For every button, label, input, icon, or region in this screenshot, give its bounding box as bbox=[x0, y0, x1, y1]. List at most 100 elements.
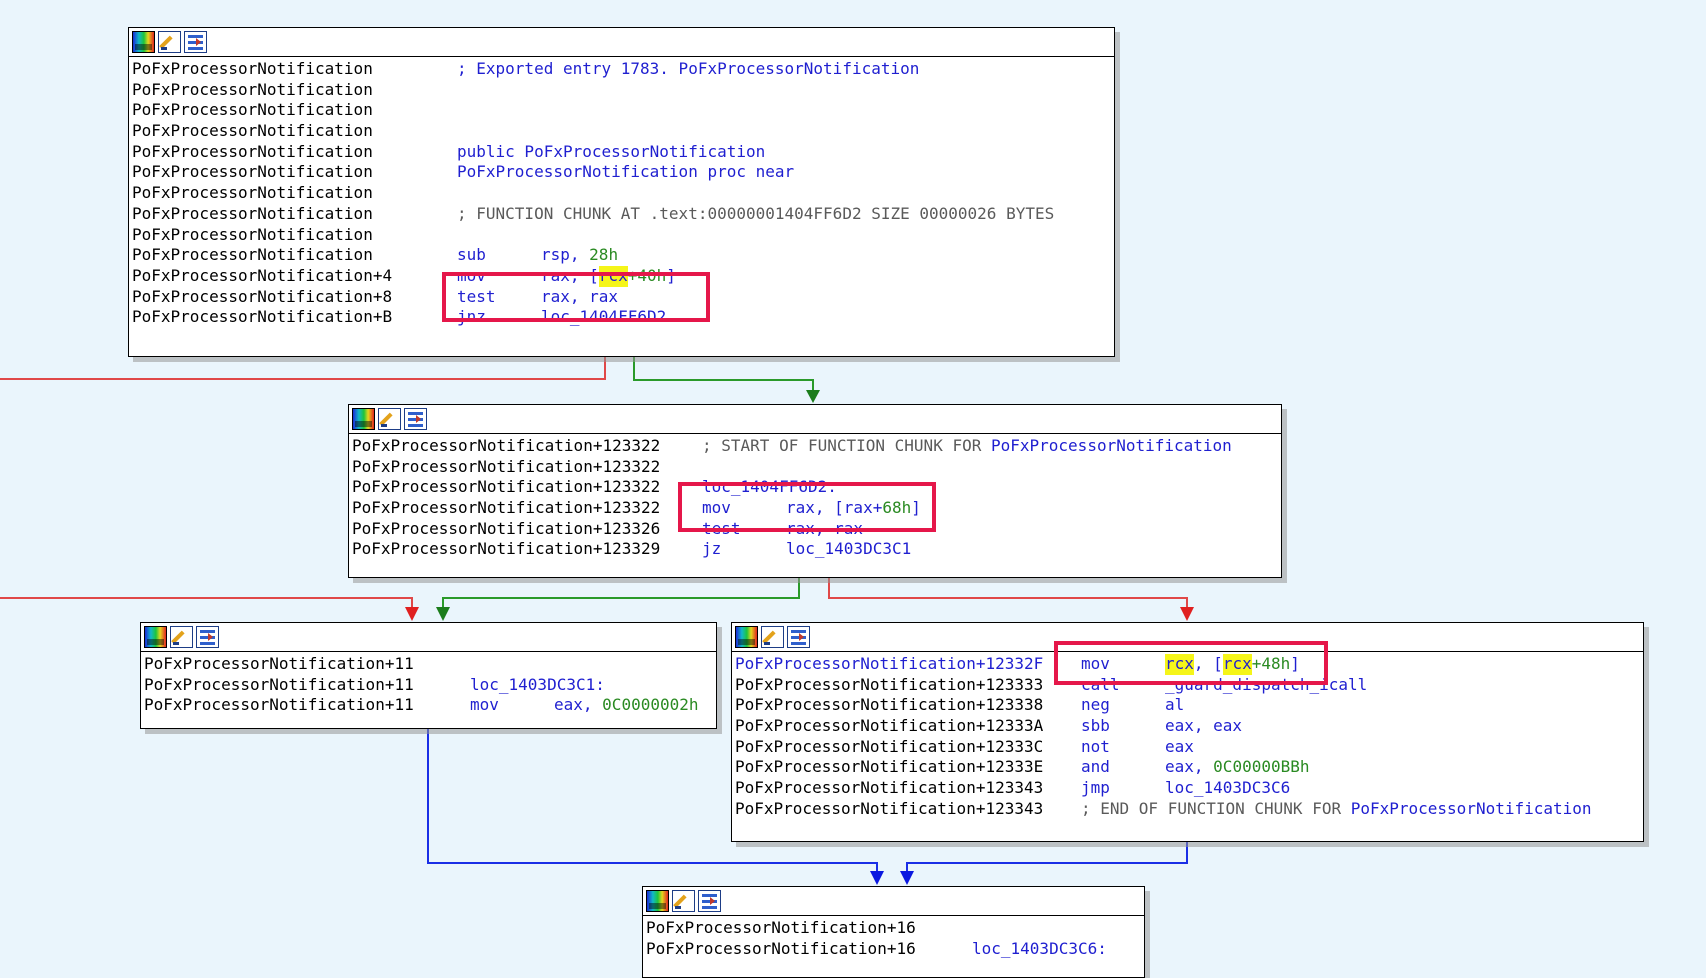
graph-node-entry[interactable]: PoFxProcessorNotification ; Exported entr… bbox=[128, 27, 1115, 357]
graph-overview-icon[interactable] bbox=[735, 626, 758, 648]
operand: eax, bbox=[1165, 757, 1214, 777]
code-line[interactable]: PoFxProcessorNotification sub rsp, 28h bbox=[132, 245, 1114, 266]
code-label[interactable]: loc_1403DC3C1: bbox=[470, 675, 605, 696]
graph-node-exit[interactable]: PoFxProcessorNotification+16 PoFxProcess… bbox=[642, 886, 1145, 978]
public-declaration: public PoFxProcessorNotification bbox=[457, 141, 766, 161]
code-line[interactable]: PoFxProcessorNotification bbox=[132, 100, 1114, 121]
xrefs-icon[interactable] bbox=[184, 31, 207, 53]
arrowhead bbox=[806, 390, 820, 403]
edit-icon[interactable] bbox=[672, 890, 695, 912]
line-address: PoFxProcessorNotification+123329 bbox=[352, 539, 661, 559]
code-line[interactable]: PoFxProcessorNotification bbox=[132, 80, 1114, 101]
edit-icon[interactable] bbox=[158, 31, 181, 53]
code-line[interactable]: PoFxProcessorNotification public PoFxProc… bbox=[132, 142, 1114, 163]
comment: ; END OF FUNCTION CHUNK FOR bbox=[1081, 798, 1351, 818]
annotation-box bbox=[678, 482, 936, 532]
jump-target[interactable]: loc_1403DC3C6 bbox=[1165, 778, 1290, 799]
line-address: PoFxProcessorNotification bbox=[132, 203, 373, 223]
xrefs-icon[interactable] bbox=[698, 890, 721, 912]
code-line[interactable]: PoFxProcessorNotification+12333C not eax bbox=[735, 737, 1643, 758]
edge-block4-block5 bbox=[906, 840, 1188, 878]
xrefs-icon[interactable] bbox=[787, 626, 810, 648]
node-titlebar bbox=[141, 623, 716, 652]
mnemonic: sbb bbox=[1081, 716, 1110, 736]
xrefs-icon[interactable] bbox=[196, 626, 219, 648]
code-line[interactable]: PoFxProcessorNotification ; Exported entr… bbox=[132, 59, 1114, 80]
line-address: PoFxProcessorNotification+123322 bbox=[352, 498, 661, 518]
line-address: PoFxProcessorNotification+16 bbox=[646, 938, 916, 958]
code-line[interactable]: PoFxProcessorNotification+11 mov eax, 0C00… bbox=[144, 695, 716, 716]
code-line[interactable]: PoFxProcessorNotification+123322 ; START … bbox=[352, 436, 1281, 457]
operand: eax, bbox=[554, 695, 603, 715]
graph-overview-icon[interactable] bbox=[352, 408, 375, 430]
line-address: PoFxProcessorNotification bbox=[132, 141, 373, 161]
line-address: PoFxProcessorNotification+16 bbox=[646, 918, 916, 937]
code-line[interactable]: PoFxProcessorNotification+11 bbox=[144, 654, 716, 675]
graph-overview-icon[interactable] bbox=[144, 626, 167, 648]
arrowhead bbox=[436, 607, 450, 621]
line-address: PoFxProcessorNotification+12333A bbox=[735, 716, 1044, 736]
code-line[interactable]: PoFxProcessorNotification+16 bbox=[646, 918, 1144, 939]
arrowhead bbox=[900, 871, 914, 885]
comment-function-name[interactable]: PoFxProcessorNotification bbox=[1351, 799, 1592, 820]
line-address: PoFxProcessorNotification bbox=[132, 121, 373, 141]
line-address: PoFxProcessorNotification bbox=[132, 162, 373, 182]
code-label[interactable]: loc_1403DC3C6: bbox=[972, 939, 1107, 960]
mnemonic: mov bbox=[470, 695, 499, 715]
node-titlebar bbox=[643, 887, 1144, 916]
mnemonic: not bbox=[1081, 736, 1110, 756]
operand-number: 28h bbox=[589, 245, 619, 265]
edit-icon[interactable] bbox=[761, 626, 784, 648]
graph-node-dispatch-call[interactable]: PoFxProcessorNotification+12332F mov rcx, … bbox=[731, 622, 1644, 842]
code-line[interactable]: PoFxProcessorNotification+12333A sbb eax, … bbox=[735, 716, 1643, 737]
code-line[interactable]: PoFxProcessorNotification bbox=[132, 183, 1114, 204]
edge-false-block2-block4 bbox=[828, 576, 1188, 614]
edit-icon[interactable] bbox=[378, 408, 401, 430]
comment-function-name[interactable]: PoFxProcessorNotification bbox=[991, 436, 1232, 457]
mnemonic: and bbox=[1081, 757, 1110, 777]
proc-declaration: PoFxProcessorNotification proc near bbox=[457, 162, 795, 182]
line-address: PoFxProcessorNotification+B bbox=[132, 307, 393, 327]
line-address: PoFxProcessorNotification+123326 bbox=[352, 518, 661, 538]
arrowhead bbox=[405, 607, 419, 621]
edge-true-block1-block2 bbox=[633, 355, 814, 397]
operand: rsp, bbox=[541, 245, 590, 265]
line-address: PoFxProcessorNotification bbox=[132, 100, 373, 120]
code-line[interactable]: PoFxProcessorNotification bbox=[132, 121, 1114, 142]
line-address: PoFxProcessorNotification+11 bbox=[144, 695, 414, 715]
code-line[interactable]: PoFxProcessorNotification+12333E and eax, … bbox=[735, 757, 1643, 778]
mnemonic: jmp bbox=[1081, 778, 1110, 798]
code-line[interactable]: PoFxProcessorNotification+16 loc_1403DC3C… bbox=[646, 939, 1144, 960]
graph-node-error-path[interactable]: PoFxProcessorNotification+11 PoFxProcess… bbox=[140, 622, 717, 729]
line-address: PoFxProcessorNotification bbox=[132, 183, 373, 203]
code-line[interactable]: PoFxProcessorNotification+123329 jz loc_14… bbox=[352, 539, 1281, 560]
line-address: PoFxProcessorNotification bbox=[132, 59, 373, 78]
arrowhead bbox=[1180, 607, 1194, 621]
code-line[interactable]: PoFxProcessorNotification+11 loc_1403DC3C… bbox=[144, 675, 716, 696]
operand: eax bbox=[1165, 736, 1194, 756]
code-line[interactable]: PoFxProcessorNotification+123338 neg al bbox=[735, 695, 1643, 716]
code-line[interactable]: PoFxProcessorNotification+123343 ; END OF… bbox=[735, 799, 1643, 820]
operand: eax, eax bbox=[1165, 716, 1243, 736]
code-line[interactable]: PoFxProcessorNotification bbox=[132, 225, 1114, 246]
operand-number: 0C00000BBh bbox=[1213, 757, 1310, 777]
node-titlebar bbox=[349, 405, 1281, 434]
line-address: PoFxProcessorNotification+4 bbox=[132, 265, 393, 285]
line-address: PoFxProcessorNotification+123343 bbox=[735, 798, 1044, 818]
code-line[interactable]: PoFxProcessorNotification+123343 jmp loc_1… bbox=[735, 778, 1643, 799]
code-line[interactable]: PoFxProcessorNotification PoFxProcessorNo… bbox=[132, 162, 1114, 183]
code-line[interactable]: PoFxProcessorNotification ; FUNCTION CHUN… bbox=[132, 204, 1114, 225]
annotation-box bbox=[1054, 641, 1328, 685]
xrefs-icon[interactable] bbox=[404, 408, 427, 430]
comment: ; START OF FUNCTION CHUNK FOR bbox=[702, 436, 991, 455]
jump-target[interactable]: loc_1403DC3C1 bbox=[786, 539, 911, 560]
graph-node-chunk-start[interactable]: PoFxProcessorNotification+123322 ; START … bbox=[348, 404, 1282, 578]
graph-overview-icon[interactable] bbox=[132, 31, 155, 53]
edit-icon[interactable] bbox=[170, 626, 193, 648]
comment: ; Exported entry 1783. PoFxProcessorNoti… bbox=[457, 59, 920, 78]
graph-overview-icon[interactable] bbox=[646, 890, 669, 912]
comment: ; FUNCTION CHUNK AT .text:00000001404FF6… bbox=[457, 203, 1055, 223]
line-address: PoFxProcessorNotification+123333 bbox=[735, 674, 1044, 694]
line-address: PoFxProcessorNotification+12333E bbox=[735, 757, 1044, 777]
code-line[interactable]: PoFxProcessorNotification+123322 bbox=[352, 457, 1281, 478]
